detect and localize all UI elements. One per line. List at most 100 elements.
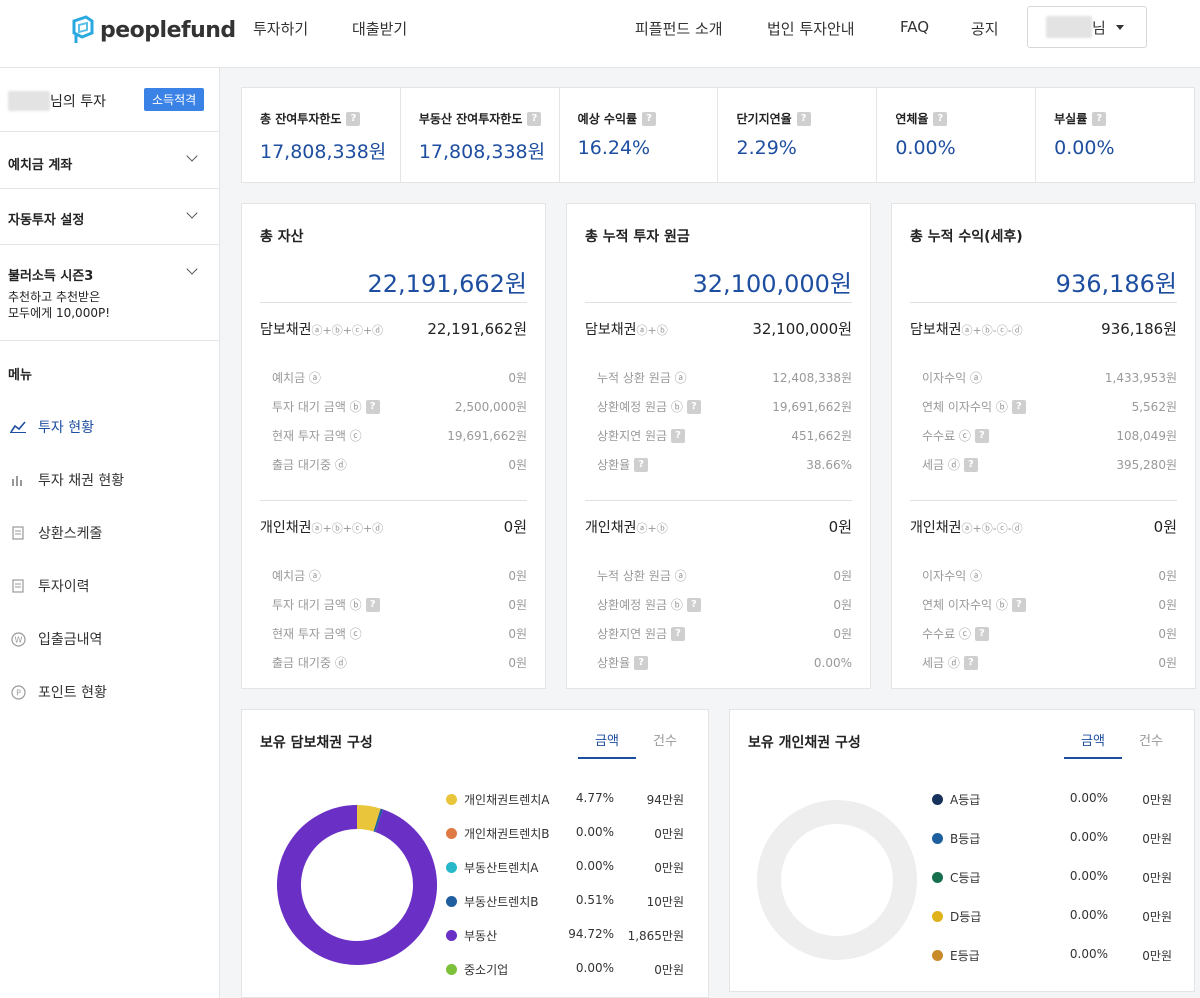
row-value: 0원 <box>508 458 527 472</box>
row-label: 예치금 ⓐ <box>272 371 321 385</box>
divider <box>260 500 527 501</box>
total-assets-card: 총 자산 22,191,662원 담보채권ⓐ+ⓑ+ⓒ+ⓓ 22,191,662원 예치금… <box>241 203 546 689</box>
legend-label: B등급 <box>950 832 981 846</box>
help-icon[interactable]: ? <box>527 111 542 126</box>
help-icon[interactable]: ? <box>346 111 361 126</box>
legend-amount: 94만원 <box>646 793 684 807</box>
detail-row: 수수료 ⓒ? 108,049원 <box>922 427 1177 444</box>
tab-count[interactable]: 건수 <box>636 730 694 759</box>
legend-color-dot <box>446 896 457 907</box>
nav-notice[interactable]: 공지 <box>971 18 999 39</box>
detail-row: 세금 ⓓ? 395,280원 <box>922 456 1177 473</box>
row-value: 5,562원 <box>1131 400 1177 414</box>
row-label: 연체 이자수익 ⓑ <box>922 598 1008 612</box>
help-icon[interactable]: ? <box>974 626 989 641</box>
help-icon[interactable]: ? <box>671 626 686 641</box>
tab-amount[interactable]: 금액 <box>1064 730 1122 759</box>
personal-donut-chart <box>757 800 917 960</box>
group-label: 개인채권 <box>585 519 637 536</box>
help-icon[interactable]: ? <box>686 597 701 612</box>
help-icon[interactable]: ? <box>365 597 380 612</box>
sidebar-section-deposit-account[interactable]: 예치금 계좌 <box>0 132 219 189</box>
tab-count[interactable]: 건수 <box>1122 730 1180 759</box>
sidebar-section-referral[interactable]: 불러소득 시즌3 추천하고 추천받은 모두에게 10,000P! <box>0 245 219 341</box>
secured-composition-title: 보유 담보채권 구성 <box>260 735 373 751</box>
row-label: 예치금 ⓐ <box>272 569 321 583</box>
sidebar-item-deposit-withdrawal[interactable]: W 입출금내역 <box>10 629 102 649</box>
detail-row: 현재 투자 금액 ⓒ 19,691,662원 <box>272 427 527 444</box>
help-icon[interactable]: ? <box>634 457 649 472</box>
nav-faq[interactable]: FAQ <box>900 18 929 36</box>
peoplefund-logo[interactable]: peoplefund <box>70 12 236 48</box>
user-menu-button[interactable]: 님 <box>1027 6 1147 48</box>
legend-color-dot <box>446 862 457 873</box>
help-icon[interactable]: ? <box>796 111 811 126</box>
donut-slice-3 <box>373 808 384 833</box>
row-label: 이자수익 ⓐ <box>922 569 982 583</box>
help-icon[interactable]: ? <box>933 111 948 126</box>
cumulative-principal-card: 총 누적 투자 원금 32,100,000원 담보채권ⓐ+ⓑ 32,100,000원 누… <box>566 203 871 689</box>
legend-label: 부동산 <box>464 929 498 943</box>
detail-row: 수수료 ⓒ? 0원 <box>922 625 1177 642</box>
legend-percent: 0.00% <box>1069 830 1108 844</box>
legend-percent: 0.00% <box>1069 791 1108 805</box>
legend-label: C등급 <box>950 871 981 885</box>
row-label: 상환지연 원금 <box>597 429 668 443</box>
row-value: 19,691,662원 <box>447 429 527 443</box>
help-icon[interactable]: ? <box>671 428 686 443</box>
help-icon[interactable]: ? <box>686 399 701 414</box>
help-icon[interactable]: ? <box>634 655 649 670</box>
personal-composition-title: 보유 개인채권 구성 <box>748 735 861 751</box>
row-value: 0원 <box>508 656 527 670</box>
help-icon[interactable]: ? <box>642 111 657 126</box>
nav-borrow[interactable]: 대출받기 <box>352 18 407 39</box>
stat-total-remaining-limit: 총 잔여투자한도? 17,808,338원 <box>242 88 401 182</box>
divider <box>910 302 1177 303</box>
help-icon[interactable]: ? <box>1092 111 1107 126</box>
group-formula: ⓐ+ⓑ+ⓒ+ⓓ <box>311 323 384 337</box>
chevron-down-icon <box>186 150 198 162</box>
legend-amount: 0만원 <box>1142 910 1172 924</box>
empty-donut-ring <box>757 800 917 960</box>
top-header: peoplefund 투자하기 대출받기 피플펀드 소개 법인 투자안내 FAQ… <box>0 0 1200 68</box>
stat-label: 총 잔여투자한도 <box>260 112 342 126</box>
help-icon[interactable]: ? <box>1011 399 1026 414</box>
sidebar-profile: 님의 투자 소득적격 <box>0 68 219 132</box>
row-value: 19,691,662원 <box>772 400 852 414</box>
sidebar-item-bond-status[interactable]: 투자 채권 현황 <box>10 470 124 490</box>
card-total: 22,191,662원 <box>367 270 528 298</box>
tab-amount[interactable]: 금액 <box>578 730 636 759</box>
sidebar-item-repayment-schedule[interactable]: 상환스케줄 <box>10 523 102 543</box>
nav-corporate[interactable]: 법인 투자안내 <box>767 18 855 39</box>
redacted-username <box>1046 16 1092 38</box>
peoplefund-logo-icon <box>72 15 94 43</box>
legend-item: 부동산 <box>446 927 497 944</box>
group-value: 0원 <box>1153 518 1177 536</box>
legend-amount: 0만원 <box>1142 949 1172 963</box>
nav-about[interactable]: 피플펀드 소개 <box>635 18 723 39</box>
sidebar-item-investment-history[interactable]: 투자이력 <box>10 576 90 596</box>
help-icon[interactable]: ? <box>1011 597 1026 612</box>
sidebar-item-investment-status[interactable]: 투자 현황 <box>10 417 94 437</box>
secured-bond-group: 담보채권ⓐ+ⓑ-ⓒ-ⓓ 936,186원 <box>910 318 1177 339</box>
legend-percent: 94.72% <box>568 927 614 941</box>
personal-bond-group: 개인채권ⓐ+ⓑ 0원 <box>585 516 852 537</box>
card-title: 총 자산 <box>260 229 304 245</box>
legend-percent: 0.00% <box>575 961 614 975</box>
help-icon[interactable]: ? <box>974 428 989 443</box>
sidebar-section-auto-invest[interactable]: 자동투자 설정 <box>0 189 219 245</box>
row-value: 0원 <box>508 598 527 612</box>
nav-invest[interactable]: 투자하기 <box>253 18 308 39</box>
help-icon[interactable]: ? <box>365 399 380 414</box>
legend-amount: 0만원 <box>1142 871 1172 885</box>
auto-invest-title: 자동투자 설정 <box>8 213 85 228</box>
detail-row: 누적 상환 원금 ⓐ 12,408,338원 <box>597 369 852 386</box>
detail-row: 투자 대기 금액 ⓑ? 2,500,000원 <box>272 398 527 415</box>
legend-percent: 4.77% <box>575 791 614 805</box>
help-icon[interactable]: ? <box>963 457 978 472</box>
help-icon[interactable]: ? <box>963 655 978 670</box>
legend-color-dot <box>932 794 943 805</box>
row-label: 현재 투자 금액 ⓒ <box>272 429 362 443</box>
sidebar-item-points[interactable]: P 포인트 현황 <box>10 682 107 702</box>
chevron-down-icon <box>186 263 198 275</box>
